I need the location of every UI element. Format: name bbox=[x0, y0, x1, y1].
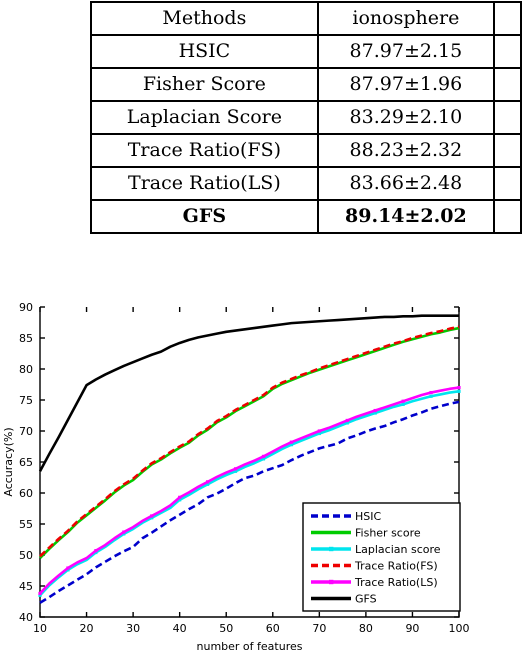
legend-marker bbox=[329, 579, 334, 585]
x-tick-label: 40 bbox=[173, 622, 187, 635]
y-tick-label: 60 bbox=[19, 487, 33, 500]
legend-label-laplacian-score: Laplacian score bbox=[355, 543, 441, 556]
y-tick-label: 40 bbox=[19, 611, 33, 624]
table-cell-extra bbox=[492, 166, 522, 201]
series-marker bbox=[429, 394, 433, 398]
table-row: Trace Ratio(FS) 88.23±2.32 bbox=[90, 133, 522, 168]
x-tick-label: 20 bbox=[80, 622, 94, 635]
table-cell-value: 83.66±2.48 bbox=[316, 166, 495, 201]
y-tick-label: 80 bbox=[19, 363, 33, 376]
series-marker bbox=[66, 566, 70, 570]
series-marker bbox=[373, 408, 377, 413]
y-tick-label: 65 bbox=[19, 456, 33, 469]
y-tick-label: 90 bbox=[19, 301, 33, 314]
accuracy-line-chart: 40 45 50 55 60 65 70 75 80 85 90 10 20 30 40 50 60 70 80 90… bbox=[0, 288, 522, 654]
table-cell-method: Laplacian Score bbox=[90, 100, 319, 135]
series-marker bbox=[401, 402, 405, 406]
table-cell-method: Trace Ratio(LS) bbox=[90, 166, 319, 201]
table-row: Fisher Score 87.97±1.96 bbox=[90, 67, 522, 102]
y-tick-label: 50 bbox=[19, 549, 33, 562]
series-marker bbox=[122, 530, 126, 534]
legend-marker bbox=[329, 546, 334, 552]
table-cell-value: 87.97±1.96 bbox=[316, 67, 495, 102]
table-header-extra bbox=[492, 1, 522, 36]
series-marker bbox=[38, 591, 42, 596]
y-tick-label: 85 bbox=[19, 332, 33, 345]
series-marker bbox=[206, 480, 210, 484]
series-marker bbox=[457, 386, 461, 390]
series-marker bbox=[289, 440, 293, 444]
table-cell-value: 89.14±2.02 bbox=[316, 199, 495, 234]
table-cell-extra bbox=[492, 67, 522, 102]
table-cell-extra bbox=[492, 100, 522, 135]
table-cell-extra bbox=[492, 34, 522, 69]
table-cell-method: Fisher Score bbox=[90, 67, 319, 102]
series-line-gfs bbox=[38, 314, 459, 472]
y-axis-label: Accuracy(%) bbox=[2, 427, 15, 496]
chart-legend[interactable]: HSIC Fisher score Laplacian score Trace Rat… bbox=[302, 502, 461, 612]
series-marker bbox=[401, 399, 405, 403]
table-row: Laplacian Score 83.29±2.10 bbox=[90, 100, 522, 135]
legend-label-fisher-score: Fisher score bbox=[355, 527, 421, 540]
chart-svg: 40 45 50 55 60 65 70 75 80 85 90 10 20 30 40 50 60 70 80 90… bbox=[2, 301, 470, 653]
results-table: Methods ionosphere HSIC 87.97±2.15 Fishe… bbox=[90, 1, 522, 234]
table-cell-extra bbox=[492, 199, 522, 234]
table-cell-value: 83.29±2.10 bbox=[316, 100, 495, 135]
table-row: Trace Ratio(LS) 83.66±2.48 bbox=[90, 166, 522, 201]
y-tick-label: 55 bbox=[19, 518, 33, 531]
series-marker bbox=[429, 390, 433, 395]
table-cell-method: HSIC bbox=[90, 34, 319, 69]
x-tick-label: 70 bbox=[312, 622, 326, 635]
series-marker bbox=[345, 418, 349, 423]
series-marker bbox=[178, 495, 182, 499]
table-cell-method: Trace Ratio(FS) bbox=[90, 133, 319, 168]
x-tick-label: 60 bbox=[266, 622, 280, 635]
table-cell-value: 87.97±2.15 bbox=[316, 34, 495, 69]
table-cell-extra bbox=[492, 133, 522, 168]
x-tick-label: 80 bbox=[359, 622, 373, 635]
x-tick-label: 100 bbox=[449, 622, 470, 635]
legend-label-hsic: HSIC bbox=[355, 510, 381, 523]
legend-label-trace-ratio-ls-: Trace Ratio(LS) bbox=[354, 576, 438, 589]
table-header-methods: Methods bbox=[90, 1, 319, 36]
x-tick-label: 10 bbox=[33, 622, 47, 635]
table-header-ionosphere: ionosphere bbox=[316, 1, 495, 36]
results-table-body: Methods ionosphere HSIC 87.97±2.15 Fishe… bbox=[90, 1, 522, 234]
table-row-header: Methods ionosphere bbox=[90, 1, 522, 36]
table-cell-value: 88.23±2.32 bbox=[316, 133, 495, 168]
x-tick-label: 90 bbox=[405, 622, 419, 635]
series-marker bbox=[457, 389, 461, 393]
y-tick-label: 70 bbox=[19, 425, 33, 438]
series-marker bbox=[150, 514, 154, 518]
legend-label-trace-ratio-fs-: Trace Ratio(FS) bbox=[354, 560, 438, 573]
table-cell-method: GFS bbox=[90, 199, 319, 234]
x-axis-label: number of features bbox=[197, 640, 303, 653]
series-marker bbox=[317, 429, 321, 433]
y-tick-label: 45 bbox=[19, 580, 33, 593]
table-row-gfs: GFS 89.14±2.02 bbox=[90, 199, 522, 234]
legend-label-gfs: GFS bbox=[355, 593, 377, 606]
x-tick-label: 30 bbox=[126, 622, 140, 635]
series-marker bbox=[233, 467, 238, 471]
series-marker bbox=[94, 549, 98, 553]
table-row: HSIC 87.97±2.15 bbox=[90, 34, 522, 69]
x-tick-label: 50 bbox=[219, 622, 233, 635]
series-marker bbox=[261, 454, 266, 459]
legend-box bbox=[302, 502, 461, 612]
y-tick-label: 75 bbox=[19, 394, 33, 407]
